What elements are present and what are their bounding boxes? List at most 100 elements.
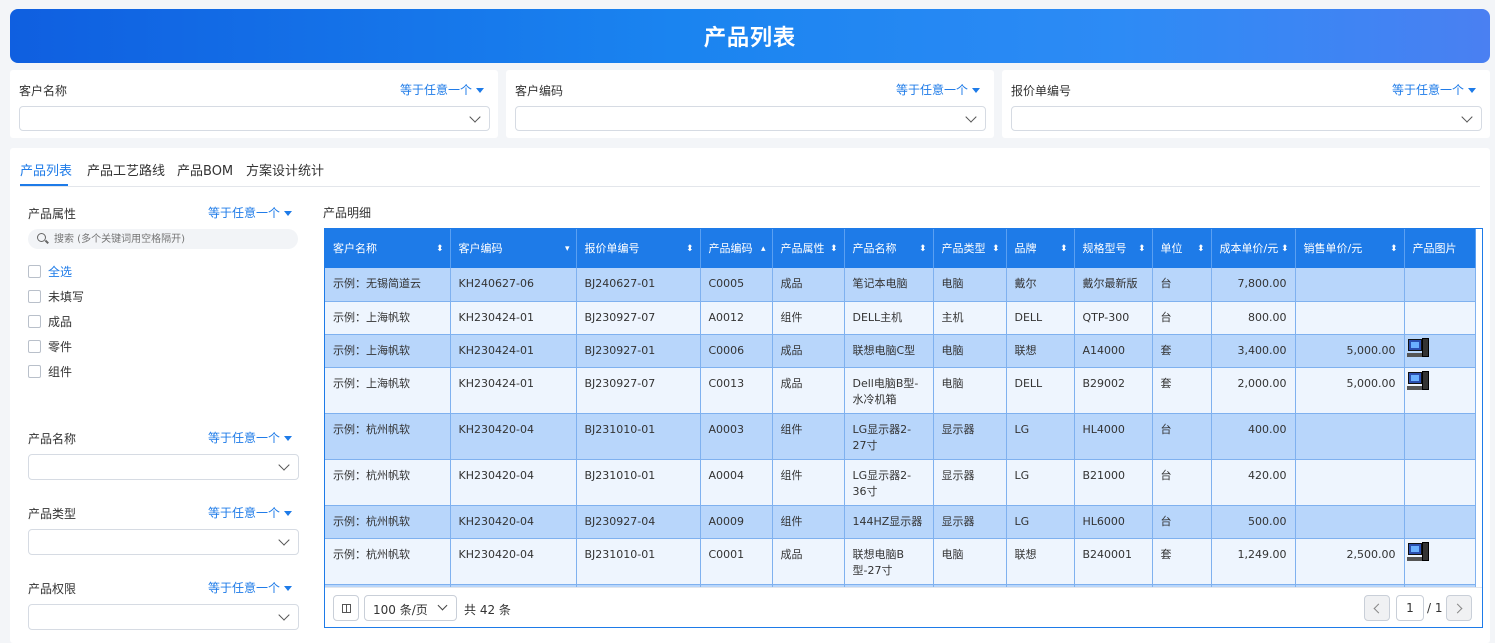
column-header[interactable]: 产品类型 ⬍	[933, 229, 1007, 268]
table-row[interactable]: 示例：上海帆软 KH230424-01 BJ230927-01 C0006 成品 联想电脑…	[325, 334, 1476, 368]
column-header[interactable]: 产品名称 ⬍	[844, 229, 934, 268]
table-cell: 420.00	[1211, 459, 1296, 506]
column-header[interactable]: 单位 ⬍	[1152, 229, 1212, 268]
option-part[interactable]: 零件	[28, 337, 72, 355]
product-image-cell	[1404, 505, 1476, 539]
table-cell: 组件	[772, 505, 845, 539]
table-row[interactable]: 示例：杭州帆软 KH230420-04 BJ231010-01 C0001 成品 联想电脑…	[325, 538, 1476, 585]
sort-desc-icon[interactable]: ▾	[565, 242, 570, 257]
filter-operator[interactable]: 等于任意一个	[896, 81, 980, 98]
chevron-down-icon	[437, 600, 448, 611]
filter-operator[interactable]: 等于任意一个	[1392, 81, 1476, 98]
attr-search-input[interactable]	[54, 231, 292, 247]
name-operator[interactable]: 等于任意一个	[208, 429, 293, 446]
table-cell: 示例：上海帆软	[325, 334, 451, 368]
next-page-button[interactable]	[1446, 595, 1472, 621]
product-type-select[interactable]	[28, 529, 299, 555]
checkbox[interactable]	[28, 364, 41, 378]
table-cell: BJ230927-04	[576, 505, 701, 539]
table-cell: KH240627-06	[450, 268, 577, 302]
computer-icon[interactable]	[1406, 541, 1429, 562]
checkbox[interactable]	[28, 314, 41, 328]
option-finished[interactable]: 成品	[28, 312, 72, 330]
table-row[interactable]: 示例：上海帆软 KH230424-01 BJ230927-07 A0012 组件 DELL…	[325, 301, 1476, 335]
column-header[interactable]: 产品图片	[1404, 229, 1476, 268]
page-number-input[interactable]: 1	[1396, 595, 1424, 621]
attr-operator[interactable]: 等于任意一个	[208, 204, 293, 221]
option-unfilled[interactable]: 未填写	[28, 287, 84, 305]
sort-asc-icon[interactable]: ▴	[761, 242, 766, 257]
sort-icon[interactable]: ⬍	[1281, 242, 1289, 257]
product-image-cell	[1404, 301, 1476, 335]
sort-icon[interactable]: ⬍	[436, 242, 444, 257]
sort-icon[interactable]: ⬍	[1197, 242, 1205, 257]
table-cell: 7,800.00	[1211, 268, 1296, 302]
column-header[interactable]: 产品编码 ▴	[700, 229, 773, 268]
tab-design-stats[interactable]: 方案设计统计	[246, 160, 324, 179]
option-select-all[interactable]: 全选	[28, 262, 72, 280]
attr-search	[28, 229, 298, 249]
table-cell: 成品	[772, 268, 845, 302]
column-header[interactable]: 规格型号 ⬍	[1074, 229, 1153, 268]
tab-bar: 产品列表 产品工艺路线 产品BOM 方案设计统计	[20, 148, 1480, 187]
tab-product-list[interactable]: 产品列表	[20, 160, 72, 179]
sort-icon[interactable]: ⬍	[830, 242, 838, 257]
sort-icon[interactable]: ⬍	[919, 242, 927, 257]
table-cell: A0009	[700, 505, 773, 539]
filter-quote-number: 报价单编号 等于任意一个	[1002, 70, 1490, 138]
checkbox[interactable]	[28, 264, 41, 278]
table-cell: 联想电脑C型	[844, 334, 934, 368]
product-name-select[interactable]	[28, 454, 299, 480]
table-row[interactable]: 示例：杭州帆软 KH230420-04 BJ230927-04 A0009 组件 144H…	[325, 505, 1476, 539]
table-cell: 成品	[772, 334, 845, 368]
product-image-cell	[1404, 538, 1476, 585]
table-cell: DELL	[1006, 301, 1075, 335]
table-cell: BJ230927-07	[576, 301, 701, 335]
product-image-cell	[1404, 413, 1476, 460]
quote-number-select[interactable]	[1011, 106, 1482, 131]
table-cell: 台	[1152, 268, 1212, 302]
table-cell: 戴尔	[1006, 268, 1075, 302]
perm-operator[interactable]: 等于任意一个	[208, 579, 293, 596]
option-component[interactable]: 组件	[28, 362, 72, 380]
table-cell: BJ230927-01	[576, 334, 701, 368]
active-tab-indicator	[20, 184, 68, 186]
table-cell: 3,400.00	[1211, 334, 1296, 368]
table-cell: 400.00	[1211, 413, 1296, 460]
sort-icon[interactable]: ⬍	[1390, 242, 1398, 257]
table-cell: 电脑	[933, 334, 1007, 368]
column-header[interactable]: 客户名称 ⬍	[325, 229, 451, 268]
checkbox[interactable]	[28, 289, 41, 303]
customer-code-select[interactable]	[515, 106, 986, 131]
pagination-bar: 100 条/页 共 42 条 1 / 1	[325, 587, 1482, 627]
column-toggle-button[interactable]	[333, 595, 359, 621]
column-header[interactable]: 品牌 ⬍	[1006, 229, 1075, 268]
page-size-select[interactable]: 100 条/页	[364, 595, 457, 621]
sort-icon[interactable]: ⬍	[992, 242, 1000, 257]
column-header[interactable]: 产品属性 ⬍	[772, 229, 845, 268]
table-row[interactable]: 示例：无锡简道云 KH240627-06 BJ240627-01 C0005 成品 笔记本…	[325, 268, 1476, 302]
table-row[interactable]: 示例：杭州帆软 KH230420-04 BJ231010-01 A0004 组件 LG显示…	[325, 459, 1476, 506]
column-header[interactable]: 客户编码 ▾	[450, 229, 577, 268]
column-header[interactable]: 销售单价/元 ⬍	[1295, 229, 1405, 268]
tab-product-bom[interactable]: 产品BOM	[177, 160, 233, 179]
sort-icon[interactable]: ⬍	[686, 242, 694, 257]
column-header[interactable]: 报价单编号 ⬍	[576, 229, 701, 268]
table-row[interactable]: 示例：杭州帆软 KH230420-04 BJ231010-01 A0003 组件 LG显示…	[325, 413, 1476, 460]
type-operator[interactable]: 等于任意一个	[208, 504, 293, 521]
sort-icon[interactable]: ⬍	[1060, 242, 1068, 257]
table-row[interactable]: 示例：上海帆软 KH230424-01 BJ230927-07 C0013 成品 Dell…	[325, 367, 1476, 414]
prev-page-button[interactable]	[1364, 595, 1390, 621]
tab-process-route[interactable]: 产品工艺路线	[87, 160, 165, 179]
chevron-down-icon	[278, 459, 290, 471]
customer-name-select[interactable]	[19, 106, 490, 131]
caret-down-icon	[284, 436, 293, 441]
computer-icon[interactable]	[1406, 337, 1429, 358]
computer-icon[interactable]	[1406, 370, 1429, 391]
column-header[interactable]: 成本单价/元 ⬍	[1211, 229, 1296, 268]
table-body: 示例：无锡简道云 KH240627-06 BJ240627-01 C0005 成品 笔记本…	[325, 268, 1476, 615]
filter-operator[interactable]: 等于任意一个	[400, 81, 484, 98]
product-permission-select[interactable]	[28, 604, 299, 630]
checkbox[interactable]	[28, 339, 41, 353]
sort-icon[interactable]: ⬍	[1138, 242, 1146, 257]
